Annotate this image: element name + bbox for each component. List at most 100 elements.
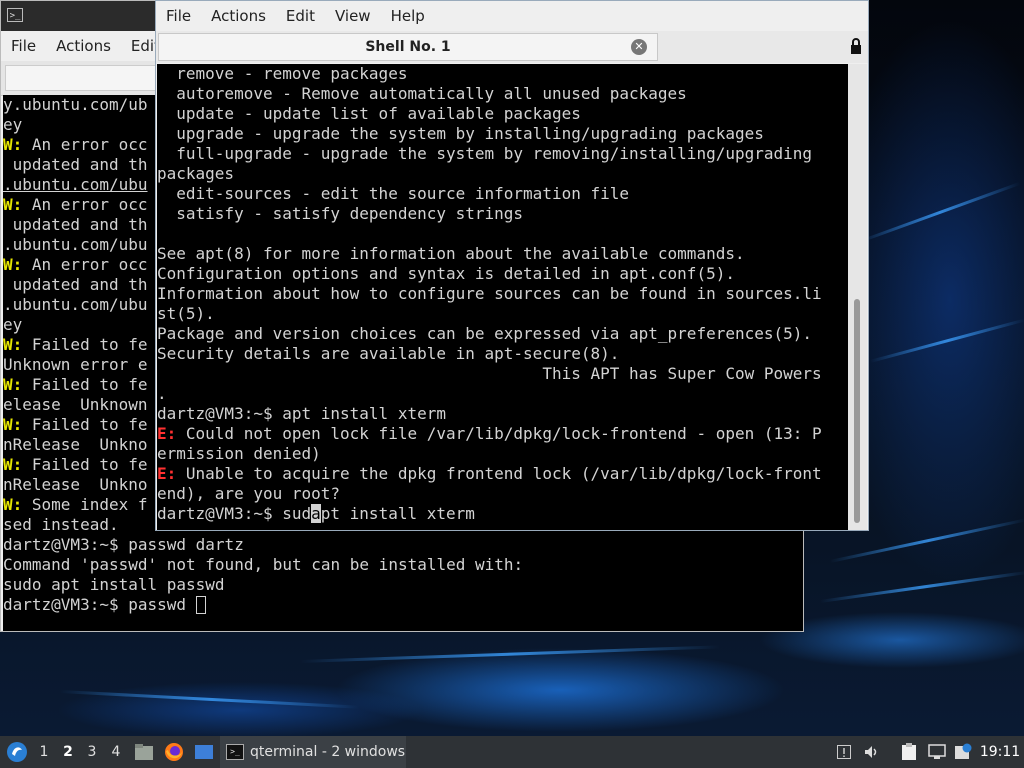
menu-actions[interactable]: Actions: [46, 37, 121, 55]
terminal-line-text: ey: [3, 315, 23, 334]
terminal-window-front[interactable]: File Actions Edit View Help Shell No. 1 …: [155, 0, 869, 531]
workspace-4[interactable]: 4: [105, 736, 127, 768]
terminal-cursor: a: [311, 504, 321, 523]
terminal-line: ermission denied): [157, 444, 849, 464]
terminal-line-text: Security details are available in apt-se…: [157, 344, 620, 363]
warning-prefix: W:: [3, 455, 23, 474]
taskbar: 1 2 3 4 >_ qterminal - 2 windows 19:11: [0, 736, 1024, 768]
terminal-line: E: Could not open lock file /var/lib/dpk…: [157, 424, 849, 444]
terminal-line: satisfy - satisfy dependency strings: [157, 204, 849, 224]
terminal-line-text: Unable to acquire the dpkg frontend lock…: [176, 464, 822, 483]
prompt-text-before: dartz@VM3:~$ sud: [157, 504, 312, 523]
terminal-line: This APT has Super Cow Powers: [157, 364, 849, 384]
terminal-line-text: nRelease Unkno: [3, 475, 148, 494]
terminal-line-text: .: [157, 384, 167, 403]
menu-file[interactable]: File: [1, 37, 46, 55]
terminal-line-text: updated and th: [3, 155, 148, 174]
warning-prefix: W:: [3, 195, 23, 214]
terminal-line-text: This APT has Super Cow Powers: [157, 364, 822, 383]
lock-icon[interactable]: [850, 37, 862, 55]
tab-title: Shell No. 1: [365, 39, 451, 55]
update-icon[interactable]: [952, 736, 974, 768]
terminal-line: sudo apt install passwd: [3, 575, 803, 595]
terminal-line: st(5).: [157, 304, 849, 324]
terminal-line-text: sudo apt install passwd: [3, 575, 225, 594]
terminal-line-text: .ubuntu.com/ubu: [3, 235, 148, 254]
terminal-line-text: update - update list of available packag…: [157, 104, 581, 123]
menu-edit[interactable]: Edit: [276, 7, 325, 25]
tray-notice-icon[interactable]: [834, 736, 854, 768]
task-label: qterminal - 2 windows: [250, 744, 406, 760]
terminal-icon: >_: [7, 8, 23, 22]
terminal-line-text: Failed to fe: [22, 455, 148, 474]
terminal-line: full-upgrade - upgrade the system by rem…: [157, 144, 849, 164]
menu-file[interactable]: File: [156, 7, 201, 25]
firefox-icon[interactable]: [162, 736, 186, 768]
workspace-3[interactable]: 3: [81, 736, 103, 768]
warning-prefix: W:: [3, 415, 23, 434]
terminal-output[interactable]: remove - remove packages autoremove - Re…: [157, 64, 849, 530]
terminal-line: autoremove - Remove automatically all un…: [157, 84, 849, 104]
file-manager-icon[interactable]: [132, 736, 156, 768]
terminal-line-text: dartz@VM3:~$ apt install xterm: [157, 404, 446, 423]
terminal-line: Information about how to configure sourc…: [157, 284, 849, 304]
menubar: File Actions Edit View Help: [156, 1, 868, 31]
warning-prefix: W:: [3, 135, 23, 154]
terminal-line: packages: [157, 164, 849, 184]
terminal-line-text: remove - remove packages: [157, 64, 408, 83]
terminal-line-text: dartz@VM3:~$ passwd: [3, 595, 196, 614]
terminal-line: dartz@VM3:~$ passwd: [3, 595, 803, 615]
prompt-text-after: pt install xterm: [320, 504, 475, 523]
terminal-line-text: updated and th: [3, 275, 148, 294]
menu-help[interactable]: Help: [381, 7, 435, 25]
scrollbar-thumb[interactable]: [854, 299, 860, 523]
terminal-line: upgrade - upgrade the system by installi…: [157, 124, 849, 144]
terminal-line-text: Failed to fe: [22, 375, 148, 394]
warning-prefix: W:: [3, 335, 23, 354]
warning-prefix: W:: [3, 375, 23, 394]
close-icon[interactable]: ✕: [631, 39, 647, 55]
terminal-line: end), are you root?: [157, 484, 849, 504]
desktop-icon[interactable]: [192, 736, 216, 768]
terminal-line-text: elease Unknown: [3, 395, 148, 414]
error-prefix: E:: [157, 424, 177, 443]
workspace-1[interactable]: 1: [33, 736, 55, 768]
terminal-line: update - update list of available packag…: [157, 104, 849, 124]
network-icon[interactable]: [926, 736, 948, 768]
tab-shell-no-1[interactable]: Shell No. 1 ✕: [158, 33, 658, 61]
terminal-line-text: nRelease Unkno: [3, 435, 148, 454]
menu-view[interactable]: View: [325, 7, 381, 25]
scrollbar[interactable]: [848, 64, 867, 530]
terminal-line-text: Could not open lock file /var/lib/dpkg/l…: [176, 424, 822, 443]
error-prefix: E:: [157, 464, 177, 483]
terminal-line-text: Command 'passwd' not found, but can be i…: [3, 555, 524, 574]
terminal-line-text: autoremove - Remove automatically all un…: [157, 84, 687, 103]
terminal-line-text: y.ubuntu.com/ub: [3, 95, 148, 114]
terminal-line-text: upgrade - upgrade the system by installi…: [157, 124, 764, 143]
terminal-icon: >_: [226, 744, 244, 760]
clipboard-icon[interactable]: [898, 736, 920, 768]
menu-actions[interactable]: Actions: [201, 7, 276, 25]
terminal-line-text: An error occ: [22, 195, 148, 214]
task-qterminal[interactable]: >_ qterminal - 2 windows: [220, 736, 406, 768]
terminal-prompt-line[interactable]: dartz@VM3:~$ sudapt install xterm: [157, 504, 849, 524]
terminal-line: Security details are available in apt-se…: [157, 344, 849, 364]
app-menu-icon[interactable]: [4, 736, 30, 768]
workspace-2[interactable]: 2: [57, 736, 79, 768]
terminal-line-text: dartz@VM3:~$ passwd dartz: [3, 535, 244, 554]
terminal-line-text: ey: [3, 115, 23, 134]
terminal-line: .: [157, 384, 849, 404]
terminal-line: Configuration options and syntax is deta…: [157, 264, 849, 284]
volume-icon[interactable]: [862, 736, 882, 768]
terminal-line-text: end), are you root?: [157, 484, 341, 503]
terminal-line-text: Package and version choices can be expre…: [157, 324, 813, 343]
terminal-line-text: Unknown error e: [3, 355, 148, 374]
terminal-line-text: packages: [157, 164, 235, 183]
terminal-line: Command 'passwd' not found, but can be i…: [3, 555, 803, 575]
tab-bar: Shell No. 1 ✕: [156, 31, 868, 63]
terminal-line-text: See apt(8) for more information about th…: [157, 244, 745, 263]
terminal-line-text: edit-sources - edit the source informati…: [157, 184, 630, 203]
clock[interactable]: 19:11: [976, 736, 1024, 768]
terminal-line-text: .ubuntu.com/ubu: [3, 175, 148, 194]
